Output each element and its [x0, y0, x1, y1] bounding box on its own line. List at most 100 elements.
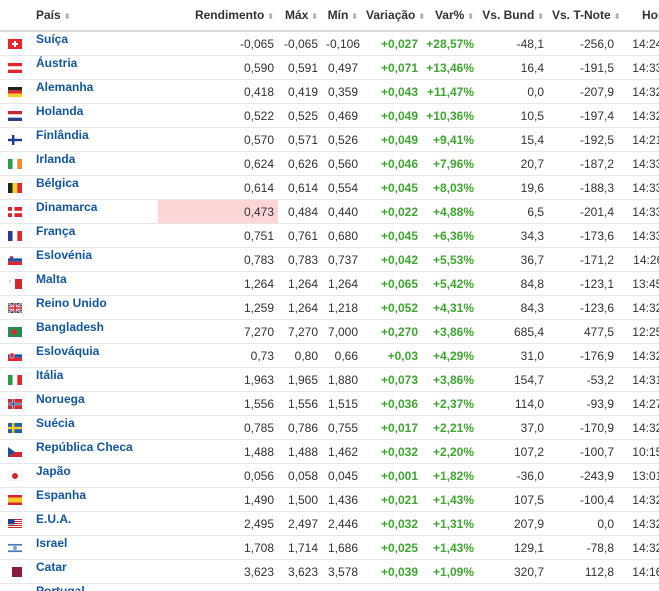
- flag-cell: [0, 583, 30, 591]
- vs-bund-cell: -48,1: [478, 31, 548, 56]
- country-link[interactable]: França: [36, 224, 75, 238]
- high-cell: -0,065: [278, 31, 322, 56]
- country-link[interactable]: Dinamarca: [36, 200, 97, 214]
- country-link[interactable]: Alemanha: [36, 80, 93, 94]
- flag-cell: [0, 79, 30, 104]
- empty-cell: [278, 583, 322, 591]
- country-link[interactable]: Catar: [36, 560, 67, 574]
- time-cell: 14:32:45: [618, 79, 659, 104]
- country-link[interactable]: Suécia: [36, 416, 75, 430]
- vs-tnote-cell: -201,4: [548, 199, 618, 224]
- country-link[interactable]: Reino Unido: [36, 296, 107, 310]
- vs-tnote-cell: -173,6: [548, 223, 618, 248]
- flag-cell: [0, 487, 30, 512]
- change-pct-cell: +10,36%: [422, 103, 478, 128]
- empty-cell: [322, 583, 362, 591]
- yield-cell: 2,495: [158, 511, 278, 536]
- column-header-vs-tnote[interactable]: Vs. T-Note ⬍: [548, 0, 621, 32]
- yield-cell: 1,708: [158, 535, 278, 560]
- country-link[interactable]: Finlândia: [36, 128, 89, 142]
- low-cell: 1,515: [322, 391, 362, 416]
- low-cell: 0,045: [322, 463, 362, 488]
- change-cell: +0,001: [362, 463, 422, 488]
- column-header-change[interactable]: Variação ⬍: [362, 0, 425, 32]
- flag-cell: [0, 415, 30, 440]
- country-link[interactable]: Holanda: [36, 104, 83, 118]
- low-cell: 0,359: [322, 79, 362, 104]
- vs-bund-cell: 114,0: [478, 391, 548, 416]
- vs-bund-cell: 19,6: [478, 175, 548, 200]
- time-cell: 14:31:08: [618, 367, 659, 392]
- column-header-yield[interactable]: Rendimento ⬍: [158, 0, 278, 32]
- belgium-flag-icon: [8, 182, 22, 194]
- time-cell: 14:21:51: [618, 127, 659, 152]
- vs-bund-cell: 107,2: [478, 439, 548, 464]
- flag-cell: [0, 535, 30, 560]
- column-header-high[interactable]: Máx ⬍: [278, 0, 322, 32]
- country-link[interactable]: E.U.A.: [36, 512, 71, 526]
- column-header-label: Variação: [366, 8, 416, 22]
- vs-bund-cell: 0,0: [478, 79, 548, 104]
- country-link[interactable]: Israel: [36, 536, 67, 550]
- country-link[interactable]: República Checa: [36, 440, 133, 454]
- time-cell: 14:33:16: [618, 175, 659, 200]
- sort-arrows-icon[interactable]: ⬍: [467, 12, 474, 21]
- low-cell: 1,462: [322, 439, 362, 464]
- sort-arrows-icon[interactable]: ⬍: [537, 12, 544, 21]
- table-row: Finlândia 0,570 0,571 0,526 +0,049 +9,41% 15,4…: [0, 127, 659, 152]
- country-link[interactable]: Áustria: [36, 56, 77, 70]
- low-cell: 0,680: [322, 223, 362, 248]
- switzerland-flag-icon: [8, 38, 22, 50]
- time-cell: 14:33:14: [618, 223, 659, 248]
- low-cell: 0,440: [322, 199, 362, 224]
- country-link[interactable]: Suíça: [36, 32, 68, 46]
- country-link[interactable]: Bangladesh: [36, 320, 104, 334]
- vs-tnote-cell: -100,7: [548, 439, 618, 464]
- sort-arrows-icon[interactable]: ⬍: [614, 12, 621, 21]
- country-link[interactable]: Espanha: [36, 488, 86, 502]
- sort-arrows-icon[interactable]: ⬍: [267, 12, 274, 21]
- yield-cell: 1,488: [158, 439, 278, 464]
- country-link[interactable]: Japão: [36, 464, 71, 478]
- netherlands-flag-icon: [8, 110, 22, 122]
- column-header-country[interactable]: País ⬍: [30, 0, 158, 32]
- column-header-vs-bund[interactable]: Vs. Bund ⬍: [478, 0, 548, 32]
- country-link[interactable]: Noruega: [36, 392, 85, 406]
- table-row: Eslovénia 0,783 0,783 0,737 +0,042 +5,53% 36,7…: [0, 247, 659, 272]
- usa-flag-icon: [8, 518, 22, 530]
- country-cell: Reino Unido: [30, 295, 158, 320]
- column-header-low[interactable]: Mín ⬍: [322, 0, 362, 32]
- sort-arrows-icon[interactable]: ⬍: [351, 12, 358, 21]
- country-link[interactable]: Eslovénia: [36, 248, 92, 262]
- sort-arrows-icon[interactable]: ⬍: [311, 12, 318, 21]
- change-pct-cell: +1,82%: [422, 463, 478, 488]
- yield-cell: 0,73: [158, 343, 278, 368]
- empty-cell: [422, 583, 478, 591]
- table-row: Japão 0,056 0,058 0,045 +0,001 +1,82% -36,0 -24…: [0, 463, 659, 488]
- country-link[interactable]: Malta: [36, 272, 67, 286]
- time-cell: 14:27:30: [618, 391, 659, 416]
- high-cell: 0,786: [278, 415, 322, 440]
- country-link[interactable]: Itália: [36, 368, 63, 382]
- low-cell: 0,469: [322, 103, 362, 128]
- vs-tnote-cell: -78,8: [548, 535, 618, 560]
- flag-cell: [0, 559, 30, 584]
- high-cell: 0,626: [278, 151, 322, 176]
- germany-flag-icon: [8, 86, 22, 98]
- country-link[interactable]: Irlanda: [36, 152, 75, 166]
- sort-arrows-icon[interactable]: ⬍: [418, 12, 425, 21]
- sort-arrows-icon[interactable]: ⬍: [64, 12, 71, 21]
- change-pct-cell: +13,46%: [422, 55, 478, 80]
- change-cell: +0,032: [362, 511, 422, 536]
- vs-tnote-cell: -123,6: [548, 295, 618, 320]
- column-header-change-pct[interactable]: Var% ⬍: [422, 0, 478, 32]
- change-cell: +0,045: [362, 223, 422, 248]
- vs-tnote-cell: -171,2: [548, 247, 618, 272]
- country-link[interactable]: Portugal: [36, 584, 85, 591]
- high-cell: 3,623: [278, 559, 322, 584]
- column-header-time[interactable]: Hora⬍: [618, 0, 659, 32]
- time-cell: 14:26:11: [618, 247, 659, 272]
- vs-bund-cell: 31,0: [478, 343, 548, 368]
- country-link[interactable]: Bélgica: [36, 176, 79, 190]
- country-link[interactable]: Eslováquia: [36, 344, 99, 358]
